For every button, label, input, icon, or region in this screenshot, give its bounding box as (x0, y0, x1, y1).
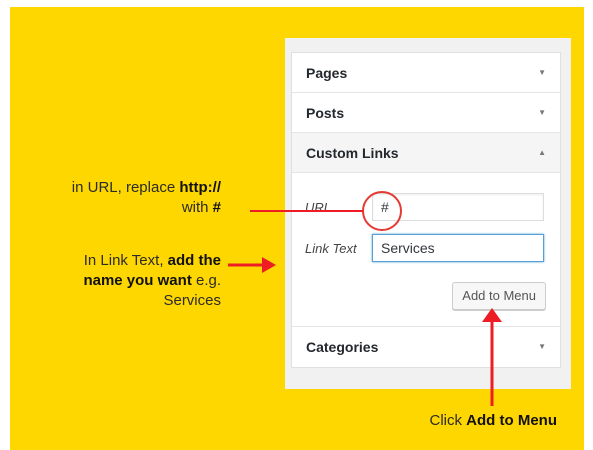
section-posts[interactable]: Posts ▼ (292, 93, 560, 133)
arrow-up-icon (482, 308, 502, 406)
link-text-annotation: In Link Text, add the name you want e.g.… (83, 252, 221, 309)
chevron-down-icon[interactable]: ▼ (538, 53, 546, 93)
url-annotation: in URL, replace http:// with # (71, 179, 221, 216)
section-pages[interactable]: Pages ▼ (292, 53, 560, 93)
link-text-label: Link Text (305, 241, 357, 256)
section-custom-links-label: Custom Links (306, 145, 399, 161)
section-custom-links[interactable]: Custom Links ▲ (292, 133, 560, 173)
chevron-down-icon[interactable]: ▼ (538, 327, 546, 367)
click-annotation: Click Add to Menu (429, 412, 558, 429)
section-categories[interactable]: Categories ▼ (292, 327, 560, 367)
link-text-input[interactable]: Services (372, 234, 544, 262)
section-pages-label: Pages (306, 65, 348, 81)
chevron-down-icon[interactable]: ▼ (538, 93, 546, 133)
url-label: URL (305, 200, 332, 215)
pointer-line (250, 210, 363, 212)
section-categories-label: Categories (306, 339, 379, 355)
highlight-circle (362, 191, 402, 231)
section-posts-label: Posts (306, 105, 345, 121)
custom-links-form: URL # Link Text Services Add to Menu (292, 173, 560, 327)
chevron-up-icon[interactable]: ▲ (538, 133, 546, 173)
arrow-right-icon (228, 257, 276, 273)
